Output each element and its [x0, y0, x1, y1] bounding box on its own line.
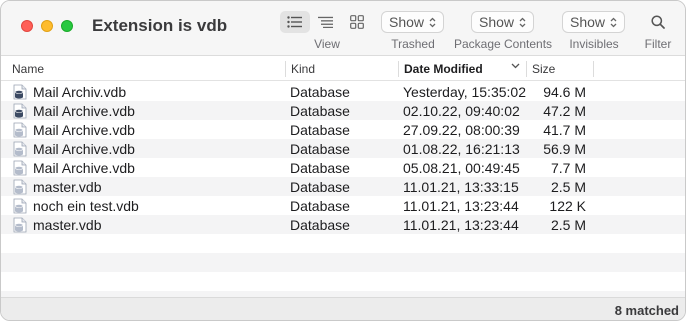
- invisibles-value: Show: [569, 14, 606, 30]
- column-divider[interactable]: [593, 61, 594, 77]
- status-bar: 8 matched: [1, 297, 685, 320]
- table-row[interactable]: master.vdb Database 11.01.21, 13:33:15 2.5 …: [1, 177, 685, 196]
- file-name: master.vdb: [33, 179, 102, 195]
- toolbar: Extension is vdb View Show Trashed Show …: [1, 1, 685, 56]
- file-date-modified: 11.01.21, 13:23:44: [403, 217, 519, 233]
- light-database-file-icon: [13, 160, 27, 176]
- outline-view-icon: [318, 16, 333, 28]
- file-kind: Database: [290, 122, 350, 138]
- filter-label: Filter: [644, 37, 672, 51]
- file-size: 94.6 M: [543, 84, 586, 100]
- list-view-button[interactable]: [280, 11, 310, 33]
- dark-database-file-icon: [13, 103, 27, 119]
- file-name: noch ein test.vdb: [33, 198, 139, 214]
- light-database-file-icon: [13, 141, 27, 157]
- match-count: 8 matched: [614, 303, 679, 318]
- file-kind: Database: [290, 179, 350, 195]
- table-row[interactable]: Mail Archive.vdb Database 27.09.22, 08:00:…: [1, 120, 685, 139]
- light-database-file-icon: [13, 198, 27, 214]
- file-date-modified: 11.01.21, 13:33:15: [403, 179, 519, 195]
- file-size: 2.5 M: [550, 217, 586, 233]
- column-header-date-modified[interactable]: Date Modified: [404, 62, 483, 76]
- minimize-window-button[interactable]: [41, 20, 53, 32]
- column-divider[interactable]: [398, 61, 399, 77]
- filter-button[interactable]: [643, 11, 673, 33]
- file-kind: Database: [290, 217, 350, 233]
- list-view-icon: [287, 16, 302, 28]
- file-name: Mail Archive.vdb: [33, 141, 135, 157]
- empty-row-stripe: [1, 253, 685, 272]
- file-kind: Database: [290, 198, 350, 214]
- file-size: 47.2 M: [543, 103, 586, 119]
- zoom-window-button[interactable]: [61, 20, 73, 32]
- table-header: Name Kind Date Modified Size: [1, 57, 685, 81]
- outline-view-button[interactable]: [311, 11, 341, 33]
- file-kind: Database: [290, 160, 350, 176]
- file-size: 2.5 M: [550, 179, 586, 195]
- file-date-modified: 11.01.21, 13:23:44: [403, 198, 519, 214]
- grid-view-button[interactable]: [342, 11, 372, 33]
- file-name: master.vdb: [33, 217, 102, 233]
- up-down-chevron-icon: [610, 17, 617, 28]
- view-mode-control: [280, 11, 372, 33]
- column-header-size[interactable]: Size: [532, 62, 555, 76]
- file-list: Mail Archiv.vdb Database Yesterday, 15:35:…: [1, 82, 685, 310]
- sort-descending-chevron-icon: [511, 63, 520, 69]
- package-contents-label: Package Contents: [453, 37, 553, 51]
- package-contents-popup[interactable]: Show: [471, 11, 534, 33]
- invisibles-popup[interactable]: Show: [562, 11, 625, 33]
- file-size: 7.7 M: [550, 160, 586, 176]
- dark-database-file-icon: [13, 84, 27, 100]
- column-divider[interactable]: [526, 61, 527, 77]
- invisibles-label: Invisibles: [569, 37, 619, 51]
- search-icon: [651, 15, 665, 29]
- table-row[interactable]: Mail Archive.vdb Database 01.08.22, 16:21:…: [1, 139, 685, 158]
- column-divider[interactable]: [285, 61, 286, 77]
- up-down-chevron-icon: [519, 17, 526, 28]
- file-kind: Database: [290, 103, 350, 119]
- file-date-modified: 05.08.21, 00:49:45: [403, 160, 520, 176]
- file-date-modified: 01.08.22, 16:21:13: [403, 141, 520, 157]
- grid-view-icon: [350, 15, 364, 29]
- light-database-file-icon: [13, 122, 27, 138]
- column-header-kind[interactable]: Kind: [291, 62, 315, 76]
- close-window-button[interactable]: [21, 20, 33, 32]
- up-down-chevron-icon: [429, 17, 436, 28]
- table-row[interactable]: Mail Archive.vdb Database 02.10.22, 09:40:…: [1, 101, 685, 120]
- table-row[interactable]: Mail Archiv.vdb Database Yesterday, 15:35:…: [1, 82, 685, 101]
- file-date-modified: Yesterday, 15:35:02: [403, 84, 526, 100]
- table-row[interactable]: noch ein test.vdb Database 11.01.21, 13:23…: [1, 196, 685, 215]
- file-name: Mail Archive.vdb: [33, 103, 135, 119]
- window-title: Extension is vdb: [92, 16, 228, 35]
- file-name: Mail Archive.vdb: [33, 122, 135, 138]
- package-contents-value: Show: [478, 14, 515, 30]
- light-database-file-icon: [13, 179, 27, 195]
- table-row[interactable]: master.vdb Database 11.01.21, 13:23:44 2.5 …: [1, 215, 685, 234]
- trashed-label: Trashed: [391, 37, 435, 51]
- file-date-modified: 02.10.22, 09:40:02: [403, 103, 520, 119]
- trashed-value: Show: [388, 14, 425, 30]
- file-date-modified: 27.09.22, 08:00:39: [403, 122, 520, 138]
- table-row[interactable]: Mail Archive.vdb Database 05.08.21, 00:49:…: [1, 158, 685, 177]
- file-size: 56.9 M: [543, 141, 586, 157]
- file-name: Mail Archive.vdb: [33, 160, 135, 176]
- file-kind: Database: [290, 84, 350, 100]
- file-size: 122 K: [549, 198, 586, 214]
- column-header-name[interactable]: Name: [12, 62, 44, 76]
- file-size: 41.7 M: [543, 122, 586, 138]
- light-database-file-icon: [13, 217, 27, 233]
- trashed-popup[interactable]: Show: [381, 11, 444, 33]
- finder-window: Extension is vdb View Show Trashed Show …: [0, 0, 686, 321]
- view-label: View: [314, 37, 340, 51]
- file-kind: Database: [290, 141, 350, 157]
- file-name: Mail Archiv.vdb: [33, 84, 127, 100]
